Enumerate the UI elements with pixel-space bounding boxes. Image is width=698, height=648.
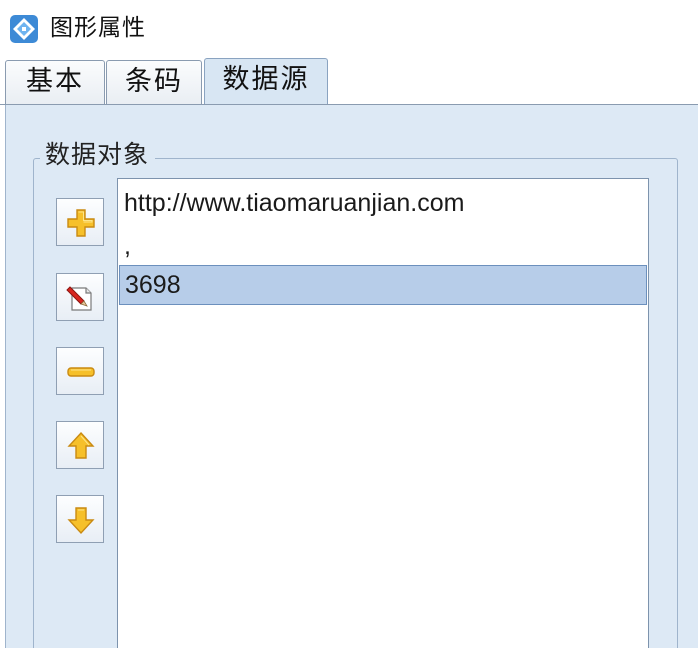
list-item[interactable]: , bbox=[119, 229, 647, 263]
move-down-button[interactable] bbox=[56, 495, 104, 543]
app-diamond-icon bbox=[9, 14, 39, 44]
remove-button[interactable] bbox=[56, 347, 104, 395]
move-up-button[interactable] bbox=[56, 421, 104, 469]
list-item-selected[interactable]: 3698 bbox=[119, 265, 647, 305]
edit-button[interactable] bbox=[56, 273, 104, 321]
panel-edge bbox=[0, 105, 6, 648]
arrow-down-icon bbox=[67, 507, 95, 535]
plus-icon bbox=[67, 209, 95, 237]
window-title: 图形属性 bbox=[50, 15, 146, 41]
tab-basic[interactable]: 基本 bbox=[5, 60, 105, 104]
tab-barcode[interactable]: 条码 bbox=[106, 60, 202, 104]
minus-icon bbox=[67, 367, 95, 377]
data-object-list[interactable]: http://www.tiaomaruanjian.com , 3698 bbox=[117, 178, 649, 648]
list-item[interactable]: http://www.tiaomaruanjian.com bbox=[119, 185, 647, 221]
properties-dialog: 图形属性 基本 条码 数据源 数据对象 http://www.tiaomarua… bbox=[0, 0, 698, 648]
edit-pencil-icon bbox=[66, 286, 92, 311]
title-bar[interactable]: 图形属性 bbox=[0, 0, 698, 56]
group-label: 数据对象 bbox=[40, 138, 156, 172]
arrow-up-icon bbox=[67, 431, 95, 459]
tab-data-source[interactable]: 数据源 bbox=[204, 58, 328, 104]
add-button[interactable] bbox=[56, 198, 104, 246]
